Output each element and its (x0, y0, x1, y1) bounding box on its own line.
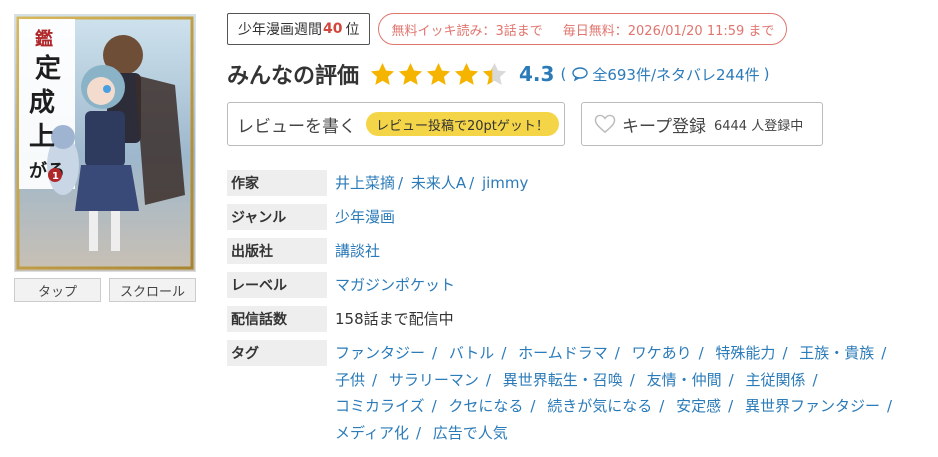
tag-link[interactable]: クセになる (448, 397, 523, 415)
tag-link[interactable]: 続きが気になる (547, 397, 652, 415)
rating-title: みんなの評価 (227, 64, 360, 89)
detail-row-genre: ジャンル 少年漫画 (227, 204, 927, 230)
details-table: 作家 井上菜摘 / 未来人A / jimmy ジャンル 少年漫画 出版社 講談社 レ… (227, 170, 927, 454)
ranking-prefix: 少年漫画週間 (238, 22, 322, 38)
author-link[interactable]: 未来人A (411, 174, 466, 192)
tag-separator: / (887, 397, 893, 415)
star-icon (454, 62, 479, 85)
tag-separator: / (698, 344, 704, 362)
tag-separator: / (501, 344, 507, 362)
tag-link[interactable]: バトル (449, 344, 494, 362)
svg-text:成: 成 (29, 88, 55, 118)
cover-image[interactable]: 鑑 定 成 上 がる 1 (14, 14, 196, 272)
cover-illustration: 鑑 定 成 上 がる 1 (15, 15, 195, 271)
label-label: レーベル (227, 272, 327, 298)
tag-link[interactable]: 異世界ファンタジー (745, 397, 880, 415)
badge-row: 少年漫画週間 40 位 無料イッキ読み：3話まで 毎日無料：2026/01/20… (227, 13, 788, 45)
episodes-label: 配信話数 (227, 306, 327, 332)
tag-link[interactable]: コミカライズ (335, 397, 425, 415)
ranking-number: 40 (323, 21, 343, 37)
tag-link[interactable]: 異世界転生・召喚 (503, 371, 623, 389)
tag-link[interactable]: 友情・仲間 (647, 371, 722, 389)
tag-separator: / (728, 370, 734, 389)
tag-separator: / (614, 344, 620, 362)
tags-label: タグ (227, 340, 327, 366)
tag-link[interactable]: ワケあり (632, 344, 692, 362)
svg-text:鑑: 鑑 (35, 28, 53, 50)
tag-link[interactable]: ファンタジー (335, 344, 425, 362)
tag-link[interactable]: 特殊能力 (715, 344, 775, 362)
free-binge-text: 無料イッキ読み：3話まで (391, 23, 543, 39)
author-list: 井上菜摘 / 未来人A / jimmy (335, 174, 529, 192)
daily-free-text: 毎日無料：2026/01/20 11:59 まで (562, 23, 775, 39)
speech-bubble-icon (572, 67, 589, 81)
write-review-label: レビューを書く (237, 116, 356, 137)
scroll-mode-button[interactable]: スクロール (109, 278, 196, 302)
publisher-link[interactable]: 講談社 (335, 242, 380, 260)
author-link[interactable]: jimmy (482, 174, 528, 192)
episodes-value: 158話まで配信中 (335, 310, 454, 328)
tag-link[interactable]: 主従関係 (745, 371, 805, 389)
star-icon (398, 62, 423, 85)
tag-link[interactable]: 王族・貴族 (799, 344, 874, 362)
keep-register-count: 6444 人登録中 (713, 118, 804, 134)
ranking-suffix: 位 (345, 22, 360, 38)
tag-separator: / (881, 344, 887, 362)
star-rating (369, 61, 509, 88)
close-paren: ) (763, 65, 770, 83)
heart-icon (594, 114, 616, 134)
star-icon (370, 62, 395, 85)
tag-separator: / (485, 370, 491, 389)
tag-separator: / (812, 370, 818, 389)
keep-register-button[interactable]: キープ登録 6444 人登録中 (581, 102, 823, 146)
tag-separator: / (415, 423, 422, 442)
ranking-badge[interactable]: 少年漫画週間 40 位 (227, 13, 371, 45)
tag-link[interactable]: 子供 (335, 371, 365, 389)
tag-separator: / (659, 397, 665, 415)
tag-separator: / (432, 344, 438, 362)
tag-separator: / (530, 397, 536, 415)
cover-volume: 1 (52, 171, 59, 182)
open-paren: ( (560, 65, 567, 83)
tag-separator: / (431, 397, 437, 415)
tap-mode-button[interactable]: タップ (14, 278, 101, 302)
tag-link[interactable]: 安定感 (676, 397, 721, 415)
author-label: 作家 (227, 170, 327, 196)
tag-link[interactable]: メディア化 (335, 424, 409, 442)
write-review-button[interactable]: レビューを書く レビュー投稿で20ptゲット！ (227, 102, 565, 146)
view-mode-buttons: タップ スクロール (14, 278, 196, 302)
detail-row-publisher: 出版社 講談社 (227, 238, 927, 264)
action-row: レビューを書く レビュー投稿で20ptゲット！ キープ登録 6444 人登録中 (227, 102, 823, 146)
svg-text:定: 定 (35, 53, 61, 84)
free-reading-badge: 無料イッキ読み：3話まで 毎日無料：2026/01/20 11:59 まで (378, 13, 788, 45)
detail-row-tags: タグ ファンタジー / バトル / ホームドラマ / ワケあり / 特殊能力 / 王族・貴… (227, 340, 927, 446)
tag-separator: / (728, 397, 734, 415)
tag-separator: / (629, 370, 635, 389)
genre-link[interactable]: 少年漫画 (335, 208, 395, 226)
genre-label: ジャンル (227, 204, 327, 230)
star-icon (426, 62, 451, 85)
tag-separator: / (782, 344, 788, 362)
author-link[interactable]: 井上菜摘 (335, 174, 395, 192)
detail-row-label: レーベル マガジンポケット (227, 272, 927, 298)
review-count-text: 全693件/ネタバレ244件 (592, 65, 760, 84)
tag-link[interactable]: 広告で人気 (433, 424, 508, 442)
tag-separator: / (372, 370, 378, 389)
detail-row-author: 作家 井上菜摘 / 未来人A / jimmy (227, 170, 927, 196)
tag-list: ファンタジー / バトル / ホームドラマ / ワケあり / 特殊能力 / 王族・貴族 / … (335, 340, 925, 446)
rating-score: 4.3 (519, 62, 555, 86)
keep-register-label: キープ登録 (622, 116, 706, 137)
partial-star-icon (482, 62, 507, 85)
review-counts-link[interactable]: ( 全693件/ネタバレ244件 ) (560, 64, 769, 85)
detail-row-episodes: 配信話数 158話まで配信中 (227, 306, 927, 332)
svg-text:上: 上 (29, 122, 55, 152)
rating-row: みんなの評価 4.3 ( 全693件/ネタバレ244件 ) (227, 56, 770, 92)
tag-link[interactable]: ホームドラマ (518, 344, 608, 362)
tag-link[interactable]: サラリーマン (389, 371, 479, 389)
review-point-promo: レビュー投稿で20ptゲット！ (366, 112, 559, 136)
publisher-label: 出版社 (227, 238, 327, 264)
label-link[interactable]: マガジンポケット (335, 276, 455, 294)
